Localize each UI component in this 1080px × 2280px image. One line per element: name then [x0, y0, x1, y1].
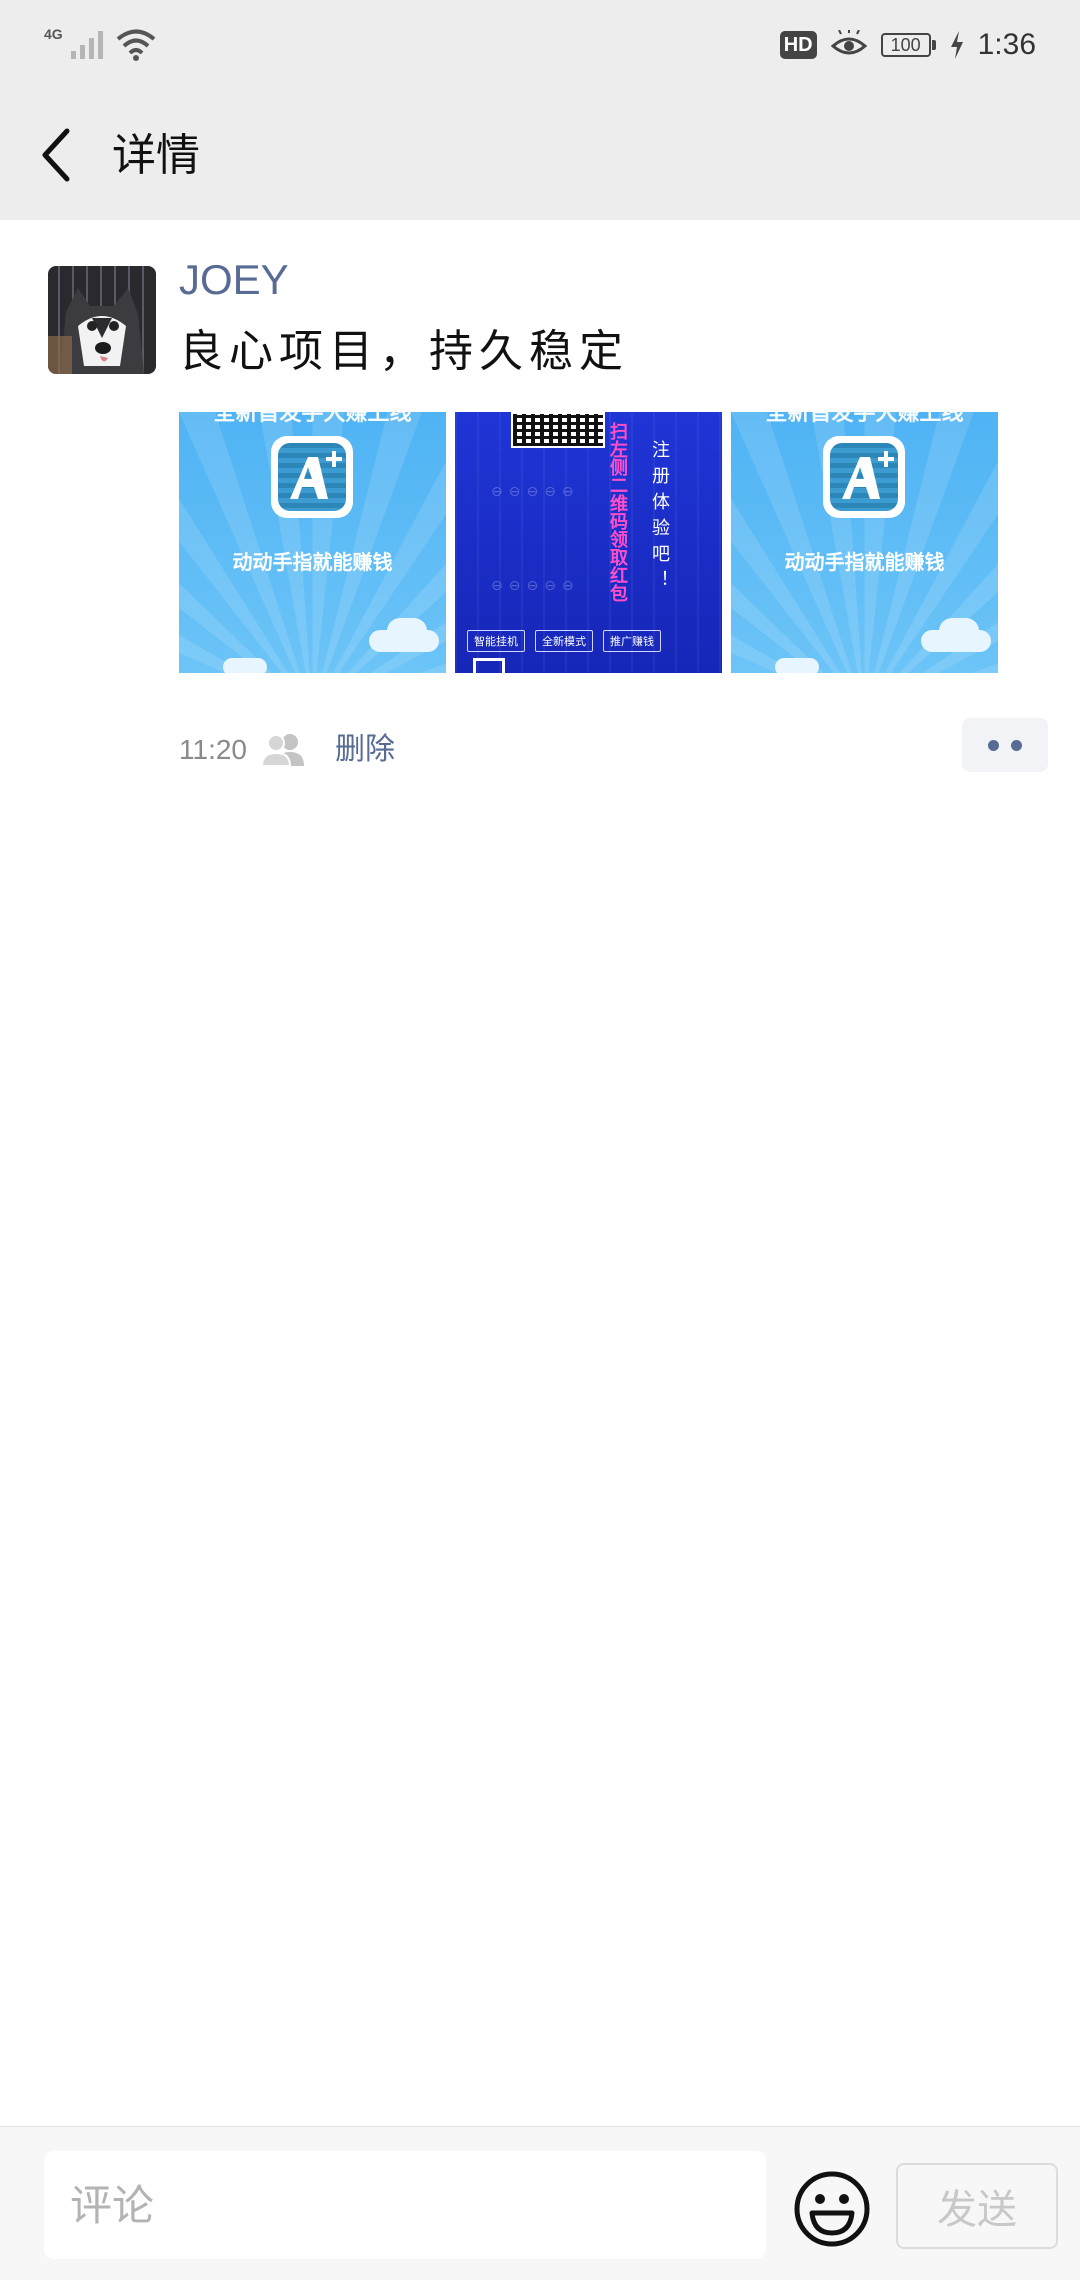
send-button[interactable]: 发送: [896, 2163, 1058, 2249]
post-image[interactable]: ⊖⊖⊖⊖⊖ ⊖⊖⊖⊖⊖ 扫左侧二维码领取红包 注册体验吧！ 智能挂机 全新模式 …: [455, 412, 722, 673]
decor-row: ⊖⊖⊖⊖⊖: [491, 484, 580, 500]
chevron-left-icon: [42, 128, 70, 182]
clock: 1:36: [977, 28, 1036, 61]
delete-button[interactable]: 删除: [335, 728, 395, 772]
image-grid: 全新首发手大赚上线 动动手指就能赚钱 ⊖⊖⊖⊖⊖ ⊖⊖⊖⊖⊖ 扫左侧二维码领取红…: [179, 412, 998, 673]
network-type: 4G: [44, 26, 63, 42]
battery-icon: 100: [880, 33, 936, 57]
post-image[interactable]: 全新首发手大赚上线 动动手指就能赚钱: [179, 412, 446, 673]
more-dot-icon: [988, 739, 999, 751]
image-top-text: 全新首发手大赚上线: [765, 412, 964, 426]
more-actions-button[interactable]: [962, 718, 1048, 772]
post-text: 良心项目，持久稳定: [179, 326, 629, 377]
visibility-group-icon[interactable]: [260, 732, 308, 767]
comment-bar: 发送: [0, 2126, 1080, 2280]
register-vertical-text: 注册体验吧！: [649, 440, 670, 596]
back-button[interactable]: [22, 120, 92, 190]
hd-badge: HD: [779, 31, 817, 59]
qr-corner-icon: [473, 658, 505, 673]
image-caption: 动动手指就能赚钱: [784, 550, 945, 574]
smiley-icon: [794, 2171, 870, 2247]
mode-label: 推广赚钱: [603, 630, 661, 652]
husky-photo: [48, 266, 156, 374]
cloud-shape: [939, 618, 979, 644]
app-logo-icon: [271, 436, 353, 518]
cloud-shape: [387, 618, 427, 644]
page-title: 详情: [112, 130, 200, 181]
author-name[interactable]: JOEY: [179, 252, 289, 308]
battery-level: 100: [880, 33, 931, 57]
image-caption: 动动手指就能赚钱: [232, 550, 393, 574]
status-left: 4G: [44, 24, 157, 64]
mode-buttons: 智能挂机 全新模式 推广赚钱: [467, 630, 661, 652]
image-top-text: 全新首发手大赚上线: [213, 412, 412, 426]
battery-tip: [931, 40, 936, 50]
promo-vertical-text: 扫左侧二维码领取红包: [607, 422, 628, 602]
app-logo-icon: [823, 436, 905, 518]
cloud-shape: [223, 658, 267, 673]
post-time: 11:20: [179, 734, 247, 765]
decor-row: ⊖⊖⊖⊖⊖: [491, 578, 580, 594]
emoji-button[interactable]: [792, 2169, 872, 2249]
post-image[interactable]: 全新首发手大赚上线 动动手指就能赚钱: [731, 412, 998, 673]
title-bar: 详情: [0, 90, 1080, 220]
comment-input[interactable]: [44, 2151, 766, 2259]
status-right: HD 100 1:36: [779, 24, 1036, 66]
cloud-shape: [775, 658, 819, 673]
more-dot-icon: [1011, 739, 1022, 751]
mode-label: 全新模式: [535, 630, 593, 652]
author-avatar[interactable]: [48, 266, 156, 374]
status-bar: 4G HD 100 1:36: [0, 0, 1080, 90]
signal-icon: [70, 31, 103, 59]
wifi-icon: [116, 29, 155, 61]
mode-label: 智能挂机: [467, 630, 525, 652]
charging-icon: [950, 31, 963, 59]
qr-code-icon: [511, 412, 605, 448]
eye-comfort-icon: [830, 30, 867, 55]
